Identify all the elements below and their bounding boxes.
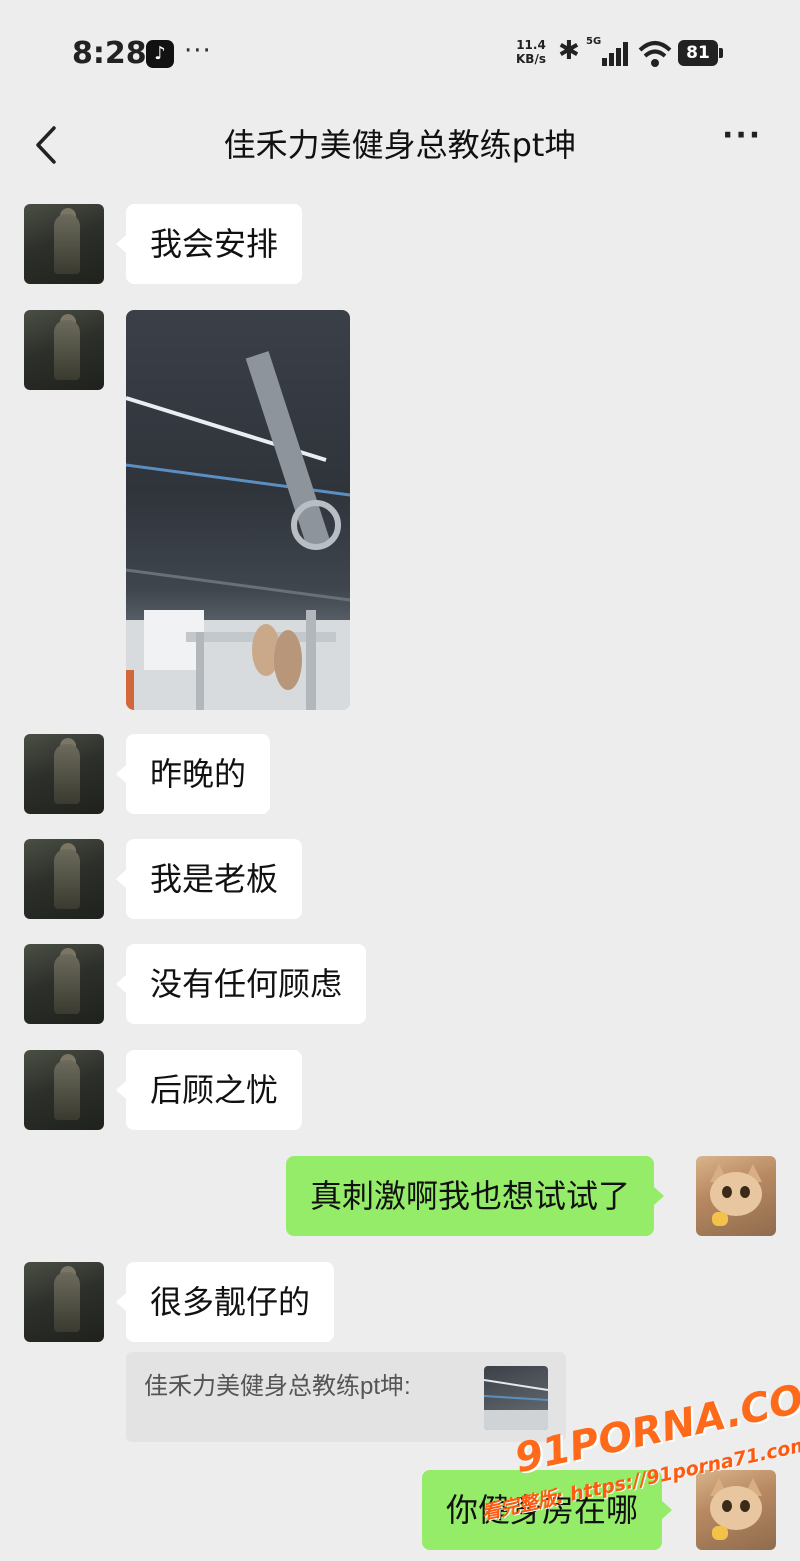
message-bubble[interactable]: 我会安排 <box>115 204 303 284</box>
contact-avatar[interactable] <box>24 839 104 919</box>
message-bubble[interactable]: 我是老板 <box>115 839 303 919</box>
quote-sender: 佳禾力美健身总教练pt坤: <box>144 1373 411 1400</box>
network-speed-value: 11.4 <box>516 38 546 52</box>
quoted-message[interactable]: 佳禾力美健身总教练pt坤: <box>126 1352 566 1442</box>
signal-icon <box>598 42 628 66</box>
wifi-icon <box>638 41 672 67</box>
self-avatar[interactable] <box>696 1156 776 1236</box>
status-bar: 8:28 ♪ ··· 11.4 KB/s ✱ 5G 81 <box>0 0 800 100</box>
bluetooth-icon: ✱ <box>558 36 580 66</box>
battery-icon: 81 <box>678 40 718 66</box>
message-bubble[interactable]: 很多靓仔的 <box>115 1262 335 1342</box>
contact-avatar[interactable] <box>24 734 104 814</box>
contact-avatar[interactable] <box>24 204 104 284</box>
message-bubble[interactable]: 昨晚的 <box>115 734 271 814</box>
network-speed: 11.4 KB/s <box>516 38 546 66</box>
message-bubble[interactable]: 后顾之忧 <box>115 1050 303 1130</box>
gym-photo <box>126 351 350 710</box>
network-speed-unit: KB/s <box>516 52 546 66</box>
contact-avatar[interactable] <box>24 1050 104 1130</box>
contact-avatar[interactable] <box>24 1262 104 1342</box>
chat-title: 佳禾力美健身总教练pt坤 <box>223 126 577 164</box>
contact-avatar[interactable] <box>24 944 104 1024</box>
message-image[interactable] <box>126 310 350 710</box>
message-bubble[interactable]: 没有任何顾虑 <box>115 944 367 1024</box>
status-more-icon: ··· <box>184 36 212 66</box>
status-time: 8:28 <box>72 36 147 71</box>
message-bubble-self[interactable]: 真刺激啊我也想试试了 <box>286 1156 665 1236</box>
contact-avatar[interactable] <box>24 310 104 390</box>
battery-tip <box>719 48 723 58</box>
watermark: 91PORNA.COM 看完整版: https://91porna71.com <box>480 1368 800 1538</box>
more-options-button[interactable]: ··· <box>722 118 762 153</box>
tiktok-icon: ♪ <box>146 40 174 68</box>
